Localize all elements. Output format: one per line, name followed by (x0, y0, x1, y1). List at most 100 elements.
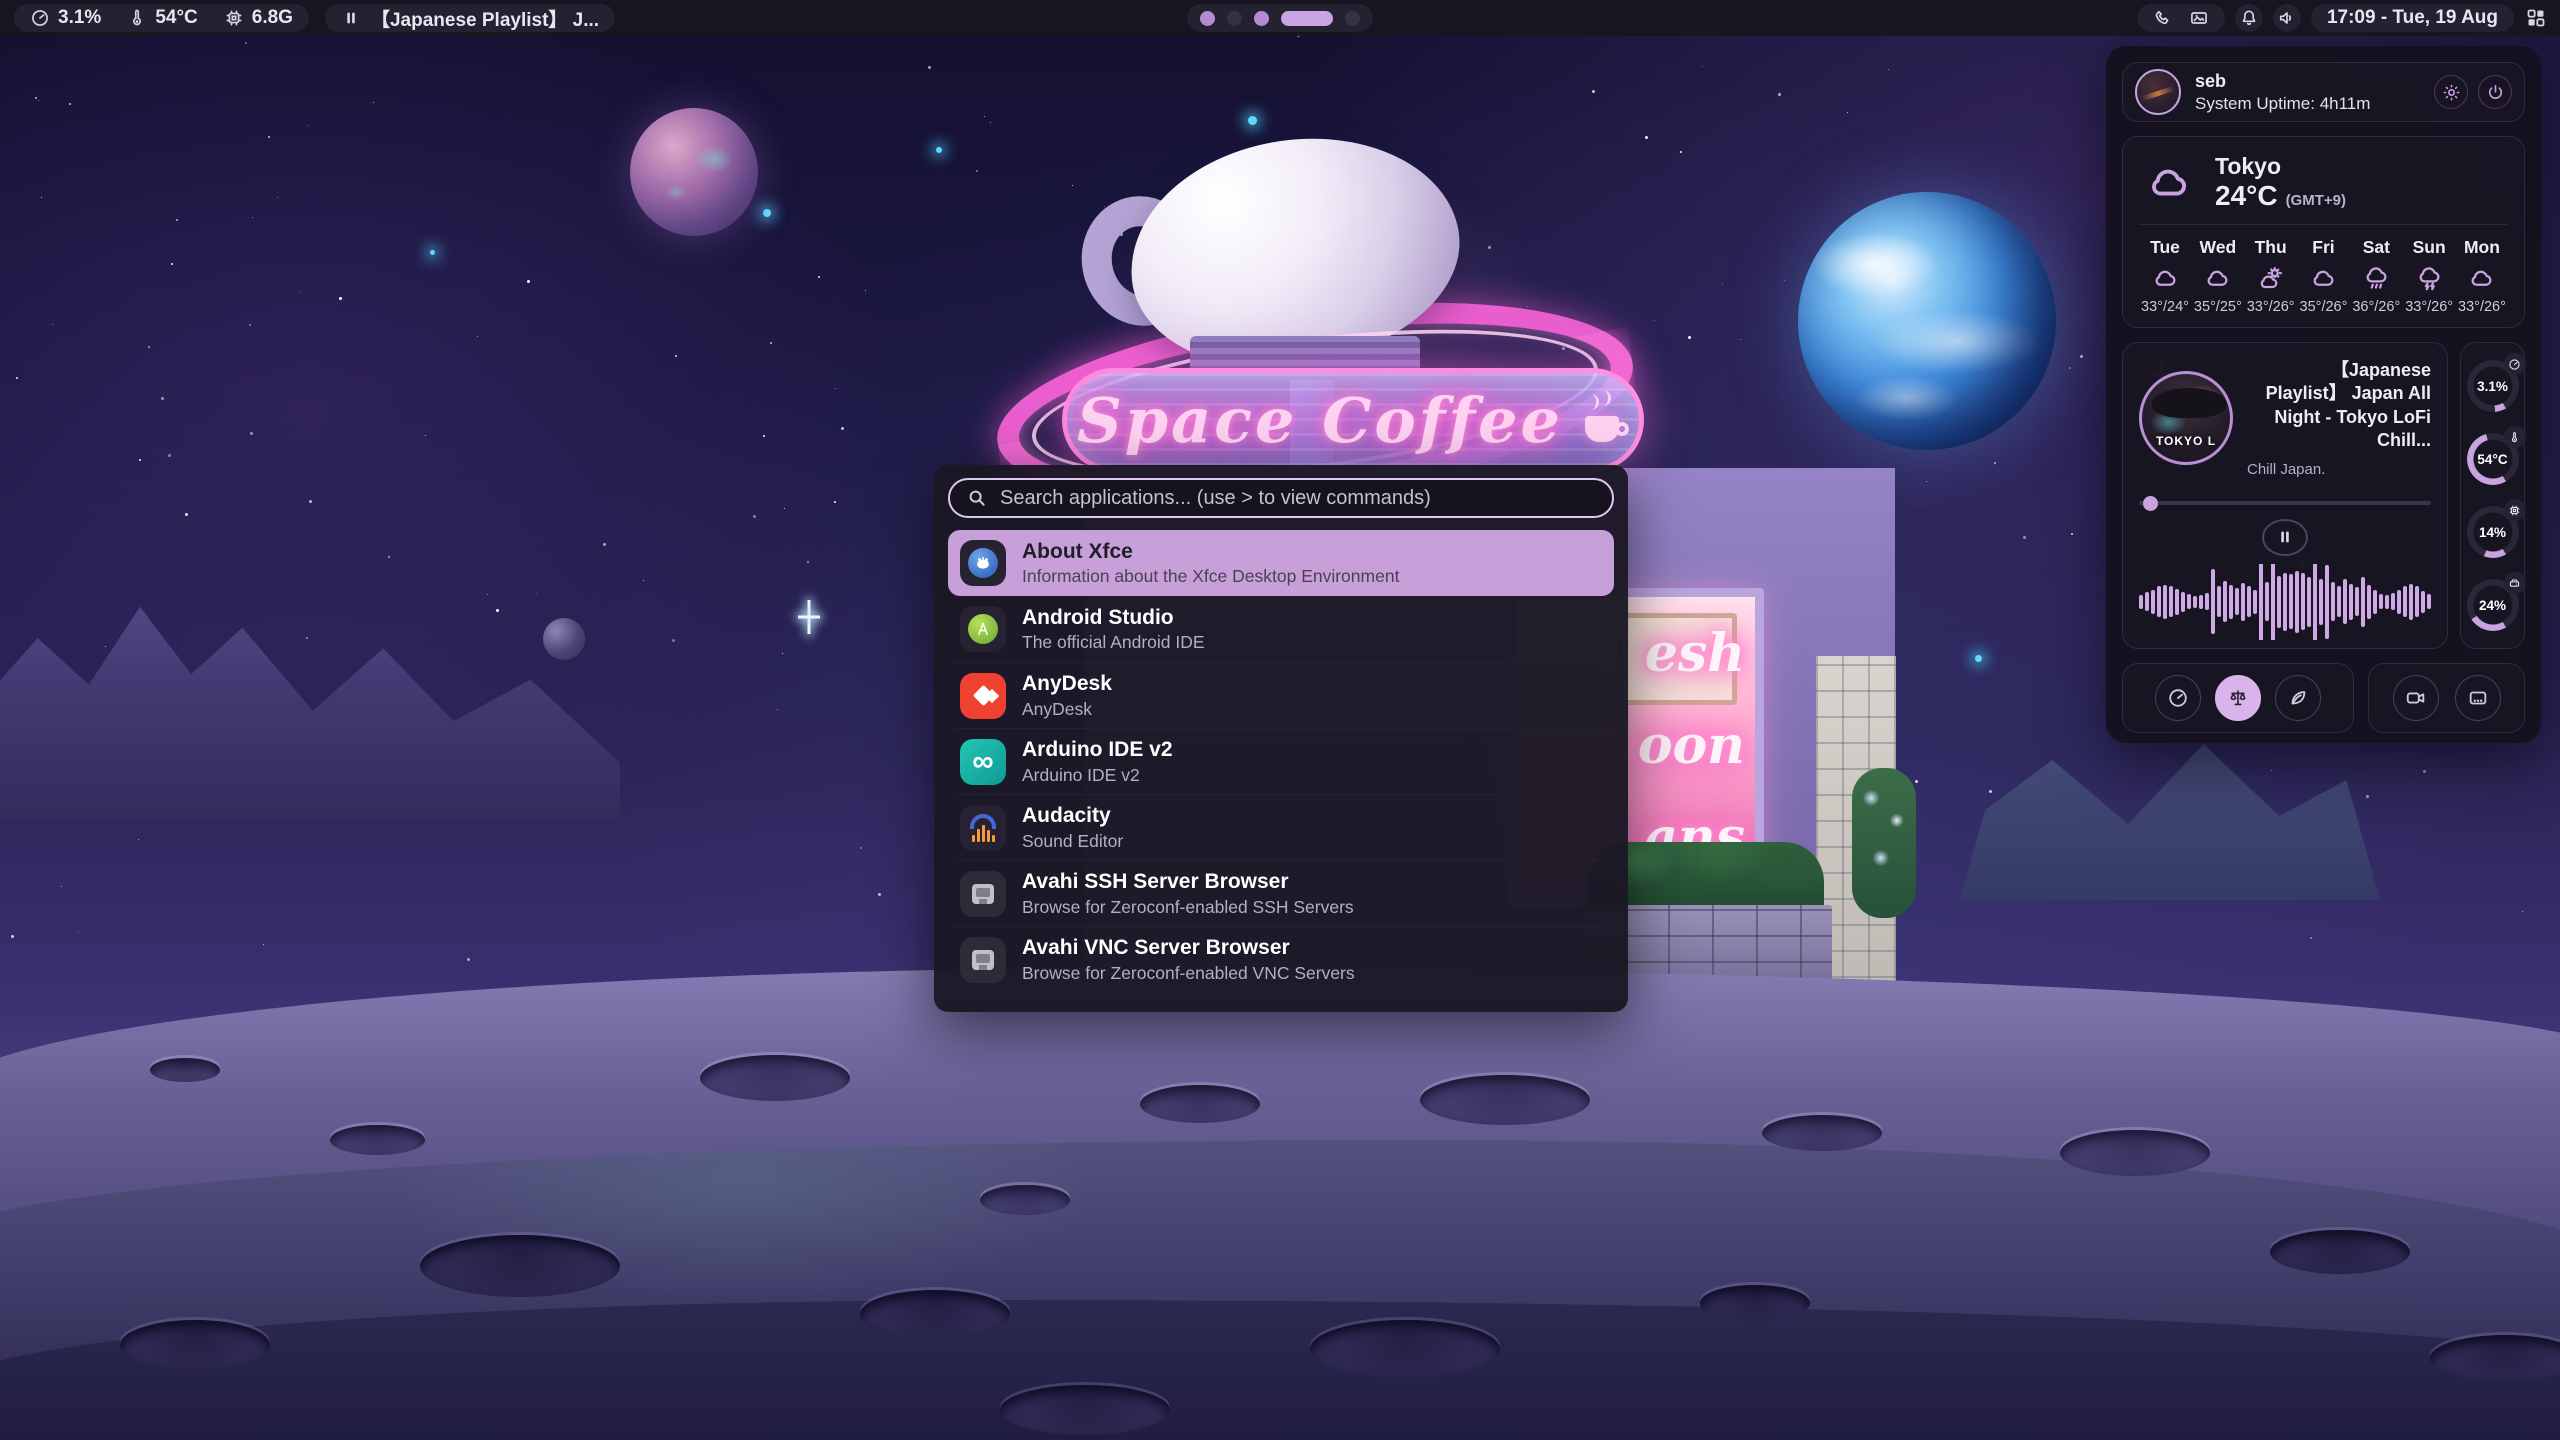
system-stats-pill: 3.1% 54°C 6.8G (14, 4, 309, 32)
top-bar: 3.1% 54°C 6.8G 【Japanese Playlist】 J... … (0, 0, 2560, 36)
user-name: seb (2195, 71, 2370, 92)
neon-cup-icon (1581, 396, 1629, 444)
memory-usage: 6.8G (252, 7, 293, 29)
android-studio-icon (960, 606, 1006, 652)
app-list-item-anydesk[interactable]: AnyDesk AnyDesk (948, 662, 1614, 728)
balanced-profile-button[interactable] (2215, 675, 2261, 721)
screenshot-button[interactable] (2455, 675, 2501, 721)
wallpaper-icon[interactable] (2189, 8, 2209, 28)
speedometer-icon (30, 8, 50, 28)
app-list-item-avahi-ssh[interactable]: Avahi SSH Server Browser Browse for Zero… (948, 860, 1614, 926)
app-description: Sound Editor (1022, 831, 1123, 852)
track-title: 【Japanese Playlist】 Japan All Night - To… (2247, 359, 2431, 453)
power-profiles-card (2122, 663, 2354, 733)
thermometer-icon (127, 8, 147, 28)
seek-bar[interactable] (2139, 496, 2431, 507)
memory-gauge: 14% (2464, 503, 2522, 561)
workspace-dot-active[interactable] (1281, 11, 1333, 26)
space-coffee-neon-sign: Space Coffee (1062, 368, 1644, 472)
arduino-icon: ∞ (960, 739, 1006, 785)
network-jack-icon (960, 871, 1006, 917)
forecast-day: Mon 33°/26° (2456, 237, 2508, 315)
volume-button[interactable] (2273, 4, 2301, 32)
rain-cloud-icon (2363, 265, 2390, 292)
phone-icon[interactable] (2153, 8, 2173, 28)
weather-temp: 24°C (2215, 180, 2278, 212)
seek-handle[interactable] (2143, 496, 2158, 511)
window-neon-text: esh (1645, 623, 1745, 684)
weather-card: Tokyo 24°C (GMT+9) Tue 33°/24° Wed 35°/2… (2122, 136, 2525, 328)
drive-icon (2504, 572, 2526, 594)
forecast-day: Sat 36°/26° (2350, 237, 2402, 315)
disk-gauge: 24% (2464, 576, 2522, 634)
moon-surface-near (0, 1300, 2560, 1440)
workspace-dot-empty[interactable] (1227, 11, 1242, 26)
workspace-dot-occupied[interactable] (1254, 11, 1269, 26)
app-description: Browse for Zeroconf-enabled VNC Servers (1022, 963, 1355, 984)
small-moon (543, 618, 585, 660)
sun-cloud-icon (2257, 265, 2284, 292)
notifications-button[interactable] (2235, 4, 2263, 32)
speaker-icon (2277, 8, 2297, 28)
app-title: Arduino IDE v2 (1022, 737, 1173, 762)
app-title: AnyDesk (1022, 671, 1112, 696)
chip-icon (224, 8, 244, 28)
window-neon-text: oon (1638, 715, 1745, 776)
search-bar[interactable] (948, 478, 1614, 518)
system-uptime: System Uptime: 4h11m (2195, 94, 2370, 114)
forecast-day: Fri 35°/26° (2297, 237, 2349, 315)
earth-planet (1798, 192, 2056, 450)
track-artist: Chill Japan. (2247, 461, 2431, 478)
xfce-mouse-icon (960, 540, 1006, 586)
speedometer-icon (2504, 353, 2526, 375)
app-list: About Xfce Information about the Xfce De… (948, 530, 1614, 992)
scales-icon (2227, 687, 2249, 709)
app-grid-icon[interactable] (2524, 6, 2548, 30)
clock-pill[interactable]: 17:09 - Tue, 19 Aug (2311, 4, 2514, 32)
pause-icon (2275, 527, 2295, 547)
application-launcher: About Xfce Information about the Xfce De… (934, 465, 1628, 1012)
cloud-icon (2204, 265, 2231, 292)
network-jack-icon (960, 937, 1006, 983)
speedometer-icon (2167, 687, 2189, 709)
app-list-item-audacity[interactable]: Audacity Sound Editor (948, 794, 1614, 860)
app-list-item-about-xfce[interactable]: About Xfce Information about the Xfce De… (948, 530, 1614, 596)
performance-profile-button[interactable] (2155, 675, 2201, 721)
workspace-indicator[interactable] (1187, 4, 1373, 32)
app-description: The official Android IDE (1022, 632, 1205, 653)
flower-bush (1852, 768, 1916, 918)
weather-city: Tokyo (2215, 153, 2346, 180)
app-title: About Xfce (1022, 539, 1399, 564)
purple-planet (630, 108, 758, 236)
cloud-icon (2310, 265, 2337, 292)
avatar (2135, 69, 2181, 115)
cpu-temp-gauge: 54°C (2464, 430, 2522, 488)
app-title: Android Studio (1022, 605, 1205, 630)
app-list-item-arduino[interactable]: ∞ Arduino IDE v2 Arduino IDE v2 (948, 728, 1614, 794)
app-list-item-android-studio[interactable]: Android Studio The official Android IDE (948, 596, 1614, 662)
now-playing-pill[interactable]: 【Japanese Playlist】 J... (325, 4, 615, 32)
play-pause-button[interactable] (2262, 519, 2308, 556)
settings-button[interactable] (2434, 75, 2468, 109)
workspace-dot-occupied[interactable] (1200, 11, 1215, 26)
tray-pill[interactable] (2137, 4, 2225, 32)
weather-timezone: (GMT+9) (2286, 192, 2346, 209)
app-list-item-avahi-vnc[interactable]: Avahi VNC Server Browser Browse for Zero… (948, 926, 1614, 992)
chip-icon (2504, 499, 2526, 521)
cloud-icon (2152, 265, 2179, 292)
forecast-day: Tue 33°/24° (2139, 237, 2191, 315)
screen-record-button[interactable] (2393, 675, 2439, 721)
control-panel: seb System Uptime: 4h11m Tokyo 24°C (GMT… (2106, 46, 2541, 743)
powersave-profile-button[interactable] (2275, 675, 2321, 721)
weather-forecast: Tue 33°/24° Wed 35°/25° Thu 33°/26° Fri … (2139, 237, 2508, 315)
workspace-dot-empty[interactable] (1345, 11, 1360, 26)
pause-icon (341, 8, 361, 28)
media-player-card: TOKYO L 【Japanese Playlist】 Japan All Ni… (2122, 342, 2448, 649)
now-playing-text: 【Japanese Playlist】 J... (371, 5, 599, 32)
search-input[interactable] (1000, 487, 1596, 510)
leaf-icon (2287, 687, 2309, 709)
app-description: Browse for Zeroconf-enabled SSH Servers (1022, 897, 1354, 918)
screenshot-icon (2467, 687, 2489, 709)
app-description: Arduino IDE v2 (1022, 765, 1173, 786)
power-button[interactable] (2478, 75, 2512, 109)
